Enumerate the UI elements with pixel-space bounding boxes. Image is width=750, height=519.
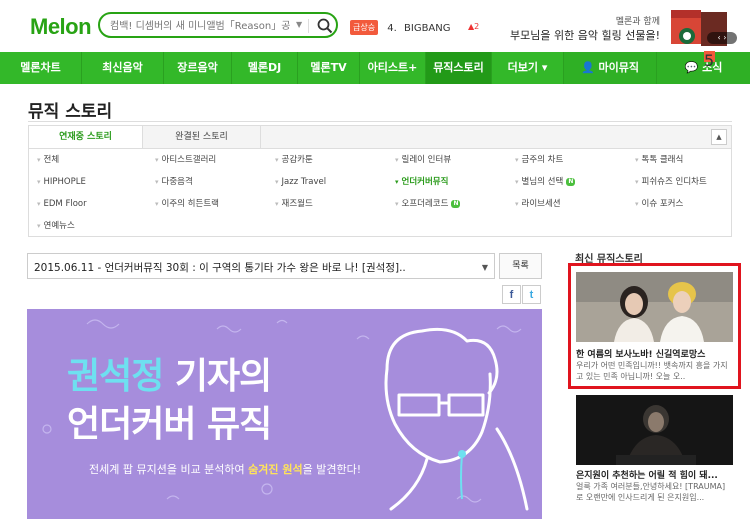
category-item[interactable]: ▾ 별님의 선택 N: [515, 171, 576, 193]
highlight-box: [568, 263, 741, 389]
twitter-share-icon[interactable]: t: [522, 285, 541, 304]
category-item[interactable]: ▾ Jazz Travel: [275, 171, 326, 193]
search-divider: [308, 19, 309, 33]
article-select-value: 2015.06.11 - 언더커버뮤직 30회 : 이 구역의 통기타 가수 왕…: [34, 262, 406, 274]
nav-music-story[interactable]: 뮤직스토리: [426, 52, 492, 84]
story-banner: 권석정 기자의 언더커버 뮤직 전세계 팝 뮤지션을 비교 분석하여 숨겨진 원…: [27, 309, 542, 519]
story-tabs: 연재중 스토리 완결된 스토리 ▲: [28, 125, 732, 149]
trend-rank: 4.: [387, 22, 397, 34]
news-count-badge: 5: [704, 51, 715, 70]
story-card-2-title[interactable]: 은지원이 추천하는 어릴 적 힘이 돼...: [576, 468, 734, 481]
category-item[interactable]: ▾ 이슈 포커스: [635, 193, 683, 215]
category-item[interactable]: ▾ 연예뉴스: [37, 215, 75, 237]
melon-logo[interactable]: Melon: [30, 14, 92, 40]
facebook-share-icon[interactable]: f: [502, 285, 521, 304]
article-select[interactable]: 2015.06.11 - 언더커버뮤직 30회 : 이 구역의 통기타 가수 왕…: [27, 253, 495, 279]
banner-headline-1: 권석정 기자의: [67, 356, 272, 397]
nav-artist-plus[interactable]: 아티스트+: [360, 52, 426, 84]
story-card-2-image[interactable]: [576, 395, 733, 465]
category-item[interactable]: ▾ HIPHOPLE: [37, 171, 86, 193]
trending-keyword[interactable]: 급상승 4. BIGBANG ▲2: [350, 20, 479, 36]
search-dropdown-icon[interactable]: ▼: [296, 20, 302, 29]
category-item[interactable]: ▾ 금주의 차트: [515, 149, 563, 171]
list-button[interactable]: 목록: [499, 253, 542, 279]
category-item-selected[interactable]: ▾ 언더커버뮤직: [395, 171, 448, 193]
promo-text[interactable]: 멜론과 함께 부모님을 위한 음악 힐링 선물을!: [510, 16, 660, 42]
category-item[interactable]: ▾ 다중음격: [155, 171, 193, 193]
collapse-toggle-icon[interactable]: ▲: [711, 129, 727, 145]
promo-line-2: 부모님을 위한 음악 힐링 선물을!: [510, 29, 660, 42]
trend-badge: 급상승: [350, 20, 379, 35]
new-badge: N: [566, 178, 576, 186]
category-item[interactable]: ▾ 재즈월드: [275, 193, 313, 215]
my-music-label: 마이뮤직: [598, 61, 640, 74]
nav-new-music[interactable]: 최신음악: [82, 52, 164, 84]
category-item[interactable]: ▾ 전체: [37, 149, 59, 171]
category-item[interactable]: ▾ 릴레이 인터뷰: [395, 149, 451, 171]
category-item[interactable]: ▾ 이주의 히든트랙: [155, 193, 219, 215]
nav-my-music[interactable]: 👤 마이뮤직: [564, 52, 657, 84]
category-item[interactable]: ▾ 공감카툰: [275, 149, 313, 171]
banner-headline-2: 언더커버 뮤직: [67, 404, 272, 445]
top-bar: Melon ▼ 급상승 4. BIGBANG ▲2 멜론과 함께 부모님을 위한…: [0, 0, 750, 52]
category-item[interactable]: ▾ 톡톡 클래식: [635, 149, 683, 171]
search-input[interactable]: [110, 18, 290, 34]
tab-ongoing[interactable]: 연재중 스토리: [29, 126, 143, 148]
title-divider: [28, 121, 732, 122]
trend-text[interactable]: BIGBANG: [404, 23, 451, 34]
category-item[interactable]: ▾ EDM Floor: [37, 193, 87, 215]
new-badge: N: [451, 200, 461, 208]
category-item[interactable]: ▾ 라이브세션: [515, 193, 561, 215]
nav-melon-chart[interactable]: 멜론차트: [0, 52, 82, 84]
chat-icon: 💬: [684, 61, 699, 74]
nav-genre-music[interactable]: 장르음악: [164, 52, 232, 84]
nav-more[interactable]: 더보기 ▾: [492, 52, 564, 84]
tab-completed[interactable]: 완결된 스토리: [143, 126, 261, 148]
category-grid: ▾ 전체 ▾ 아티스트갤러리 ▾ 공감카툰 ▾ 릴레이 인터뷰 ▾ 금주의 차트 ▾ 톡톡 …: [28, 149, 732, 237]
search-box[interactable]: ▼: [98, 12, 338, 38]
main-nav: 멜론차트 최신음악 장르음악 멜론DJ 멜론TV 아티스트+ 뮤직스토리 더보기…: [0, 52, 750, 84]
nav-melon-dj[interactable]: 멜론DJ: [232, 52, 298, 84]
chevron-down-icon: ▼: [481, 263, 488, 272]
category-item[interactable]: ▾ 오프더레코드 N: [395, 193, 461, 215]
nav-melon-tv[interactable]: 멜론TV: [298, 52, 360, 84]
banner-subtitle: 전세계 팝 뮤지션을 비교 분석하여 숨겨진 원석을 발견한다!: [89, 463, 362, 476]
category-item[interactable]: ▾ 피쉬슈즈 인디차트: [635, 171, 707, 193]
trend-change: ▲2: [468, 22, 480, 31]
category-item[interactable]: ▾ 아티스트갤러리: [155, 149, 216, 171]
person-icon: 👤: [580, 61, 595, 74]
search-icon[interactable]: [316, 17, 334, 35]
story-card-2-desc: 얼룩 가족 여러분들,안녕하세요! [TRAUMA] 로 오랜만에 인사드리게 …: [576, 482, 726, 502]
page-title: 뮤직 스토리: [28, 102, 113, 122]
promo-pager[interactable]: ‹ ›: [707, 32, 737, 44]
promo-line-1: 멜론과 함께: [615, 17, 660, 27]
